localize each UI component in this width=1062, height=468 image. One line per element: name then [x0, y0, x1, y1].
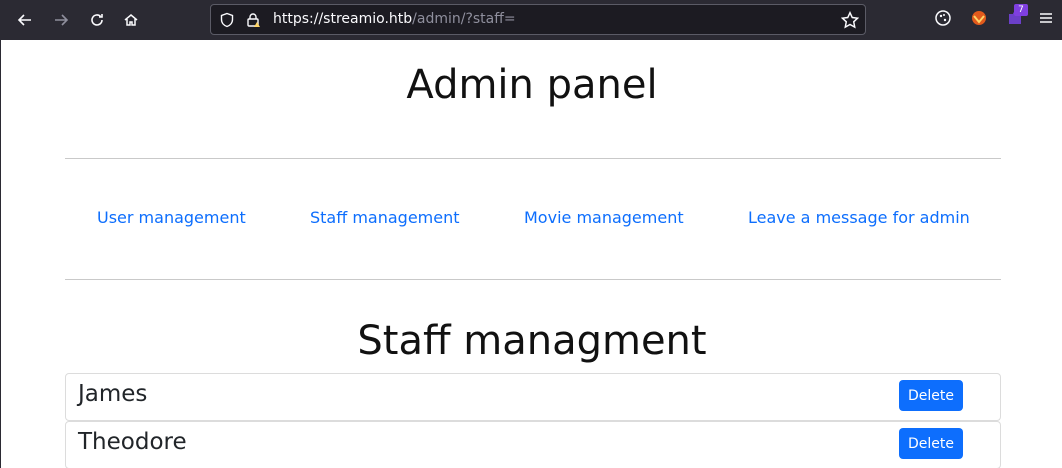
lock-icon[interactable]	[245, 12, 261, 28]
admin-nav: User management Staff management Movie m…	[1, 208, 1062, 232]
delete-button[interactable]: Delete	[899, 380, 963, 411]
nav-movie-management[interactable]: Movie management	[524, 208, 684, 227]
back-icon	[17, 14, 31, 26]
reload-icon	[91, 14, 103, 26]
page-title: Admin panel	[406, 62, 658, 108]
delete-button[interactable]: Delete	[899, 428, 963, 459]
url-host: https://streamio.htb	[273, 11, 413, 27]
divider	[65, 279, 1001, 280]
home-icon	[124, 14, 138, 26]
url-path: /admin/?staff=	[412, 11, 516, 27]
shield-icon[interactable]	[219, 12, 235, 28]
back-button[interactable]	[11, 6, 39, 34]
nav-user-management[interactable]: User management	[97, 208, 246, 227]
reload-button[interactable]	[83, 6, 111, 34]
staff-name: Theodore	[78, 429, 187, 455]
page-content: Admin panel User management Staff manage…	[0, 40, 1062, 468]
extension-badge: 7	[1014, 4, 1028, 16]
section-title: Staff managment	[357, 318, 707, 364]
fox-extension-icon[interactable]	[969, 8, 989, 28]
staff-row: Theodore Delete	[65, 421, 1001, 468]
forward-button[interactable]	[47, 6, 75, 34]
cookie-extension-icon[interactable]	[933, 8, 953, 28]
staff-name: James	[78, 381, 148, 407]
browser-toolbar: https://streamio.htb/admin/?staff= 7	[0, 0, 1062, 40]
star-icon[interactable]	[841, 11, 859, 29]
url-text[interactable]: https://streamio.htb/admin/?staff=	[273, 11, 516, 27]
forward-icon	[55, 14, 69, 26]
nav-leave-message[interactable]: Leave a message for admin	[748, 208, 970, 227]
nav-staff-management[interactable]: Staff management	[310, 208, 460, 227]
home-button[interactable]	[117, 6, 145, 34]
menu-icon[interactable]	[1038, 8, 1054, 28]
staff-row: James Delete	[65, 373, 1001, 421]
divider	[65, 158, 1001, 159]
url-bar[interactable]: https://streamio.htb/admin/?staff=	[210, 4, 866, 35]
